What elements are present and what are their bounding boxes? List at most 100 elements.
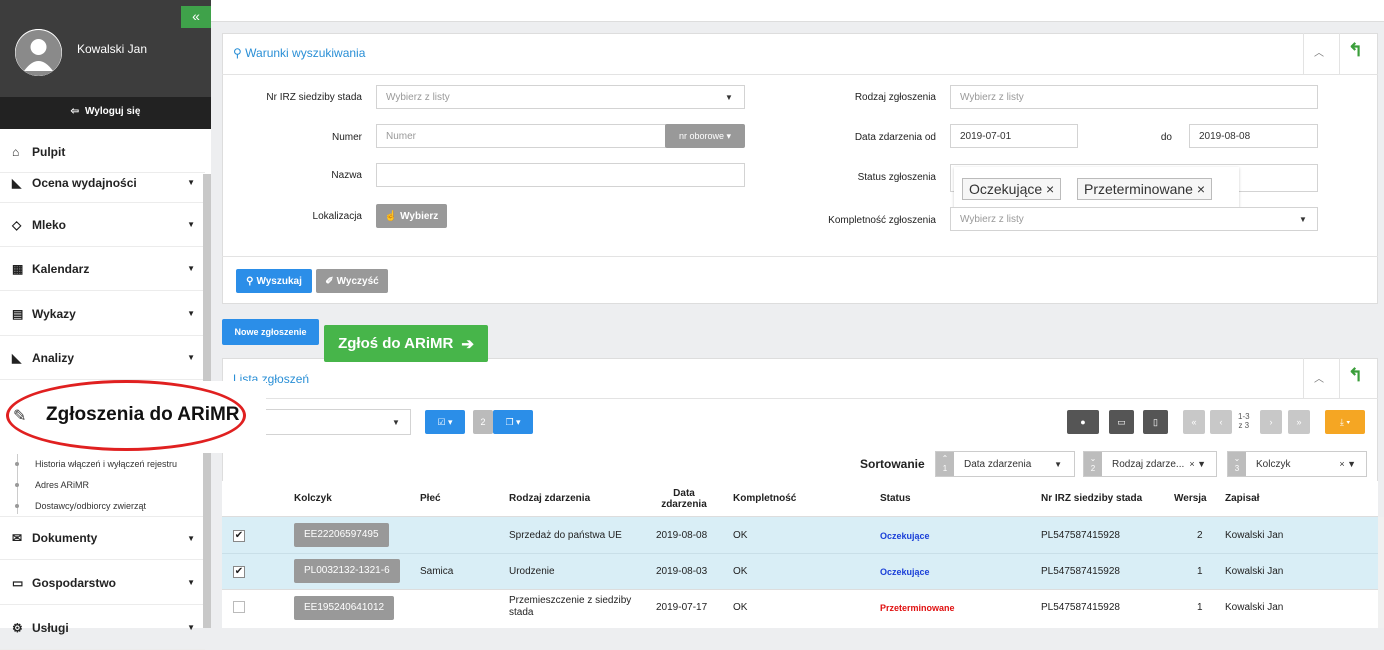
sort-label: Sortowanie [860,457,925,471]
eraser-icon: ✐ [325,275,334,287]
logout-link[interactable]: ⇦ Wyloguj się [0,106,211,117]
col-zapisal[interactable]: Zapisał [1225,493,1259,504]
col-kolczyk[interactable]: Kolczyk [294,493,332,504]
caret-down-icon: ▼ [187,220,195,229]
nazwa-input[interactable] [376,163,745,187]
sidebar-item-label: Kalendarz [32,261,90,276]
next-page-button[interactable]: › [1260,410,1282,434]
envelope-icon: ✉ [12,531,23,545]
sidebar-item-label: Analizy [32,350,75,365]
kolczyk-badge[interactable]: PL0032132-1321-6 [294,559,400,583]
submenu-item-historia[interactable]: Historia włączeń i wyłączeń rejestru [35,459,177,469]
report-to-arimr-button[interactable]: Zgłoś do ARiMR ➔ [324,325,488,362]
sidebar-item-analizy[interactable]: ◣ Analizy ▼ [0,336,205,380]
divider [222,74,1378,75]
copy-dropdown[interactable]: ❐ ▾ [493,410,533,434]
sidebar: « Kowalski Jan ⇦ Wyloguj się ⌂ Pulpit ◣ Oce… [0,0,211,650]
caret-down-icon: ▼ [187,533,195,543]
col-wersja[interactable]: Wersja [1174,493,1207,504]
col-nr-irz[interactable]: Nr IRZ siedziby stada [1041,493,1142,504]
sidebar-item-wykazy[interactable]: ▤ Wykazy ▼ [0,292,205,336]
first-page-button[interactable]: « [1183,410,1205,434]
chevron-up-icon[interactable]: ︿ [1314,370,1324,385]
data-do-input[interactable]: 2019-08-08 [1189,124,1318,148]
prev-page-button[interactable]: ‹ [1210,410,1232,434]
sort-select-2[interactable]: ⌄ 2 Rodzaj zdarze... × ▼ [1083,451,1217,477]
export-dropdown[interactable]: ⤓ ▾ [1325,410,1365,434]
search-panel-title: ⚲ Warunki wyszukiwania [233,46,365,60]
avatar[interactable] [15,29,62,76]
report-to-arimr-label: Zgłoś do ARiMR [338,335,454,352]
sidebar-item-ocena[interactable]: ◣ Ocena wydajności ▼ [0,163,205,203]
submenu-bullet [15,483,19,487]
collapse-sidebar-button[interactable]: « [181,6,211,28]
col-status[interactable]: Status [880,493,911,504]
back-arrow-icon[interactable]: ↰ [1348,40,1363,61]
nr-oborowe-dropdown[interactable]: nr oborowe ▾ [665,124,745,148]
nr-irz-select[interactable]: Wybierz z listy [376,85,745,109]
calendar-icon: ▦ [12,261,24,276]
row-checkbox[interactable]: ✔ [233,530,245,542]
status-badge: Oczekujące [880,531,930,541]
data-od-input[interactable]: 2019-07-01 [950,124,1078,148]
last-page-button[interactable]: » [1288,410,1310,434]
sort-select-label: Data zdarzenia [964,459,1032,470]
cell-nr-irz: PL547587415928 [1041,602,1120,613]
sidebar-item-mleko[interactable]: ◇ Mleko ▼ [0,203,205,247]
kolczyk-badge[interactable]: EE22206597495 [294,523,389,547]
sidebar-item-gospodarstwo[interactable]: ▭ Gospodarstwo ▼ [0,561,205,605]
row-checkbox[interactable]: ✔ [233,566,245,578]
back-arrow-icon[interactable]: ↰ [1348,365,1363,386]
numer-label: Numer [331,132,362,143]
caret-down-icon: ▼ [187,309,195,318]
mobile-icon: ▯ [1153,416,1158,427]
mobile-view-button[interactable]: ▯ [1143,410,1168,434]
home-icon: ⌂ [12,144,20,159]
desktop-view-button[interactable]: ▭ [1109,410,1134,434]
toggle-button[interactable]: ● [1067,410,1099,434]
submenu-item-adres[interactable]: Adres ARiMR [35,480,89,490]
search-icon: ⚲ [233,46,242,60]
new-report-button[interactable]: Nowe zgłoszenie [222,319,319,345]
sort-select-1[interactable]: ⌃ 1 Data zdarzenia ▼ [935,451,1075,477]
col-kompletnosc[interactable]: Kompletność [733,493,796,504]
cell-kompletnosc: OK [733,566,748,577]
numer-input[interactable]: Numer [376,124,666,148]
sidebar-item-dokumenty[interactable]: ✉ Dokumenty ▼ [0,516,205,560]
cell-kompletnosc: OK [733,530,748,541]
clear-button[interactable]: ✐ Wyczyść [316,269,388,293]
rodzaj-select[interactable]: Wybierz z listy [950,85,1318,109]
sidebar-item-kalendarz[interactable]: ▦ Kalendarz ▼ [0,247,205,291]
status-tag-przeterminowane[interactable]: Przeterminowane × [1077,178,1213,200]
col-plec[interactable]: Płeć [420,493,441,504]
sort-order-num: 3 [1234,464,1240,473]
col-rodzaj[interactable]: Rodzaj zdarzenia [509,493,590,504]
cell-rodzaj: Przemieszczenie z siedziby stada [509,595,632,618]
status-tag-oczekujace[interactable]: Oczekujące × [962,178,1062,200]
user-name: Kowalski Jan [77,42,148,56]
drop-icon: ◇ [12,217,22,232]
wybierz-button[interactable]: ☝ Wybierz [376,204,447,228]
table-row[interactable] [222,517,1378,553]
selected-count-badge: 2 [473,410,493,434]
table-row[interactable] [222,589,1378,628]
col-data[interactable]: Data zdarzenia [656,488,712,510]
search-button[interactable]: ⚲ Wyszukaj [236,269,312,293]
kompletnosc-select[interactable]: Wybierz z listy [950,207,1318,231]
sort-select-3[interactable]: ⌄ 3 Kolczyk × ▼ [1227,451,1367,477]
row-checkbox[interactable] [233,601,245,613]
hand-icon: ☝ [384,210,398,222]
table-scrollbar[interactable] [1378,517,1384,628]
submenu-item-dostawcy[interactable]: Dostawcy/odbiorcy zwierząt [35,501,146,511]
cell-rodzaj: Urodzenie [509,566,555,577]
select-all-dropdown[interactable]: ☑ ▾ [425,410,465,434]
sidebar-item-uslugi[interactable]: ⚙ Usługi ▼ [0,606,205,650]
logout-label: Wyloguj się [85,106,141,117]
cell-nr-irz: PL547587415928 [1041,566,1120,577]
kolczyk-badge[interactable]: EE195240641012 [294,596,395,620]
cell-wersja: 2 [1197,530,1203,541]
chevron-up-icon[interactable]: ︿ [1314,44,1324,59]
divider [222,398,1378,399]
caret-down-icon: ▼ [392,418,400,427]
cell-data: 2019-08-03 [656,566,708,577]
